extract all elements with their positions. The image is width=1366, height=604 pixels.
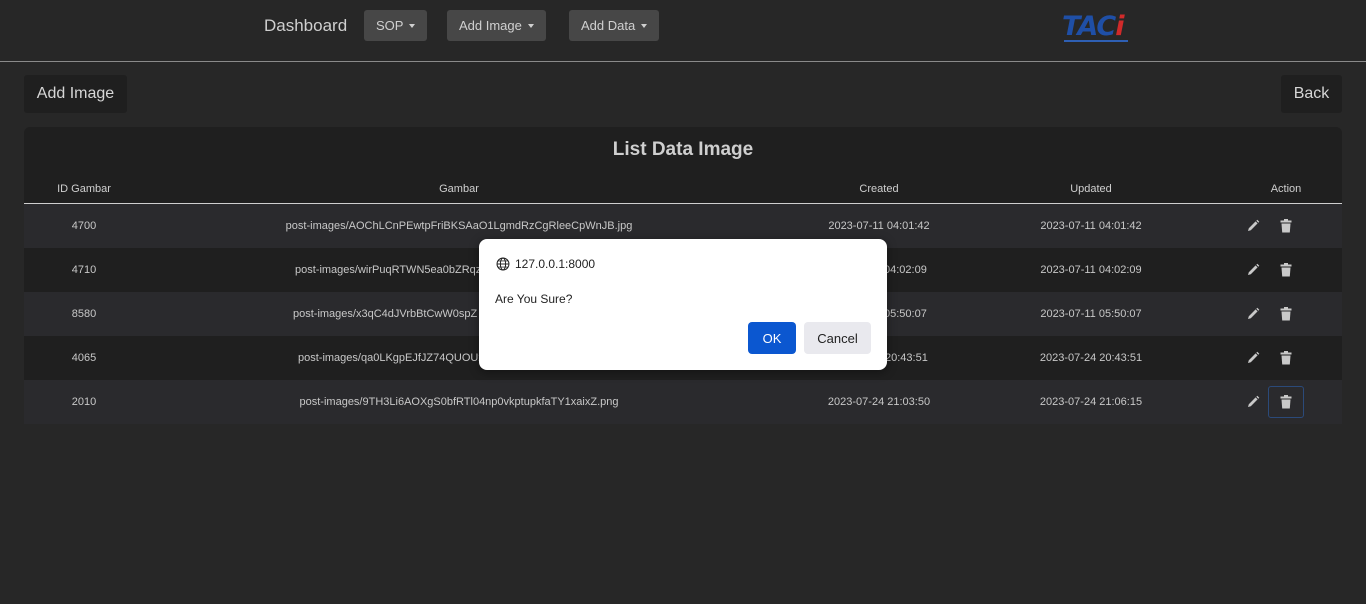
dialog-message: Are You Sure? (495, 292, 573, 306)
sop-dropdown[interactable]: SOP (364, 10, 428, 41)
column-header-created: Created (859, 183, 899, 195)
cell-gambar: post-images/x3qC4dJVrbBtCwW0spZ (293, 308, 478, 320)
add-image-dropdown[interactable]: Add Image (447, 10, 546, 41)
top-navbar: Dashboard SOP Add Image Add Data TACi (0, 0, 1366, 62)
cell-id: 4710 (71, 264, 97, 276)
caret-down-icon (641, 23, 648, 28)
add-data-dropdown-label: Add Data (581, 18, 636, 33)
cell-updated: 2023-07-11 04:01:42 (1040, 220, 1142, 232)
column-header-gambar: Gambar (439, 183, 479, 195)
column-header-action: Action (1270, 183, 1302, 195)
add-data-dropdown[interactable]: Add Data (569, 10, 660, 41)
trash-icon[interactable] (1278, 262, 1294, 278)
sop-dropdown-label: SOP (376, 18, 404, 33)
cell-updated: 2023-07-24 20:43:51 (1039, 352, 1143, 364)
pencil-icon[interactable] (1245, 306, 1261, 322)
cell-created: 2023-07-24 21:03:50 (827, 396, 931, 408)
cell-updated: 2023-07-24 21:06:15 (1039, 396, 1143, 408)
caret-down-icon (409, 23, 416, 28)
logo-underline (1064, 40, 1128, 42)
table-title: List Data Image (612, 139, 754, 160)
taci-logo[interactable]: TACi (1062, 12, 1130, 46)
add-image-dropdown-label: Add Image (459, 18, 522, 33)
pencil-icon[interactable] (1245, 218, 1261, 234)
cancel-button[interactable]: Cancel (804, 322, 871, 354)
globe-icon (496, 257, 510, 271)
back-button[interactable]: Back (1281, 75, 1342, 113)
caret-down-icon (527, 23, 534, 28)
pencil-icon[interactable] (1245, 394, 1261, 410)
cell-created: 20:43:51 (885, 352, 928, 364)
cell-created: 04:02:09 (884, 264, 927, 276)
table-row: 2010 post-images/9TH3Li6AOXgS0bfRTl04np0… (24, 380, 1342, 424)
cell-id: 4700 (71, 220, 97, 232)
cell-gambar: post-images/qa0LKgpEJfJZ74QUOUx (298, 352, 480, 364)
dialog-origin: 127.0.0.1:8000 (515, 257, 596, 271)
trash-icon[interactable] (1278, 306, 1294, 322)
confirm-dialog: 127.0.0.1:8000 Are You Sure? OK Cancel (479, 239, 887, 370)
cell-gambar: post-images/9TH3Li6AOXgS0bfRTl04np0vkptu… (299, 396, 619, 408)
column-header-id: ID Gambar (57, 183, 111, 195)
trash-icon[interactable] (1278, 394, 1294, 410)
trash-icon[interactable] (1278, 350, 1294, 366)
cell-updated: 2023-07-11 04:02:09 (1040, 264, 1142, 276)
ok-button[interactable]: OK (748, 322, 796, 354)
cell-created: 05:50:07 (884, 308, 927, 320)
cell-gambar: post-images/wirPuqRTWN5ea0bZRqz (295, 264, 482, 276)
column-header-updated: Updated (1070, 183, 1112, 195)
pencil-icon[interactable] (1245, 262, 1261, 278)
cell-id: 2010 (71, 396, 97, 408)
cell-id: 4065 (71, 352, 97, 364)
logo-wordmark: TACi (1062, 11, 1125, 42)
cell-updated: 2023-07-11 05:50:07 (1040, 308, 1142, 320)
trash-icon[interactable] (1278, 218, 1294, 234)
nav-dashboard-link[interactable]: Dashboard (264, 16, 347, 36)
cell-id: 8580 (71, 308, 97, 320)
pencil-icon[interactable] (1245, 350, 1261, 366)
add-image-button[interactable]: Add Image (24, 75, 127, 113)
